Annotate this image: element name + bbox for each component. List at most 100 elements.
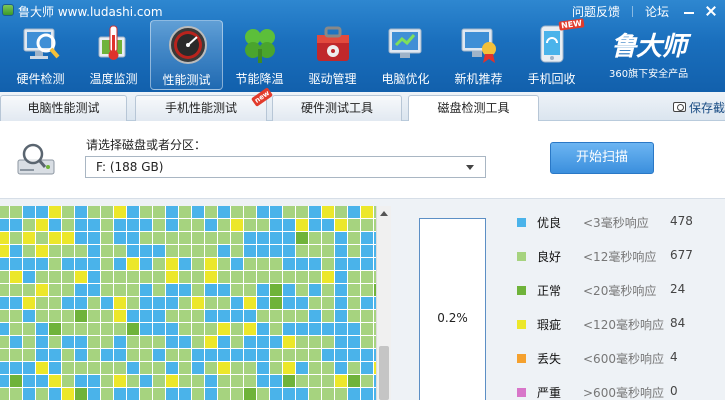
sector-cell xyxy=(218,297,230,309)
sector-cell xyxy=(296,284,308,296)
sector-cell xyxy=(153,245,165,257)
sector-cell xyxy=(166,258,178,270)
scroll-up-icon[interactable] xyxy=(380,211,388,216)
legend-swatch xyxy=(517,252,526,261)
sector-cell xyxy=(0,388,9,400)
sector-cell xyxy=(49,284,61,296)
nav-performance-test[interactable]: 性能测试 xyxy=(150,20,223,90)
legend-swatch xyxy=(517,354,526,363)
nav-label: 驱动管理 xyxy=(308,72,357,86)
minimize-icon[interactable] xyxy=(681,4,697,18)
legend-range: <120毫秒响应 xyxy=(583,318,664,332)
nav-new-pc-recommend[interactable]: 新机推荐 xyxy=(442,20,515,90)
close-icon[interactable] xyxy=(703,4,719,18)
sector-cell xyxy=(49,232,61,244)
sector-cell xyxy=(166,206,178,218)
nav-driver-manage[interactable]: 驱动管理 xyxy=(296,20,369,90)
sector-cell xyxy=(179,258,191,270)
nav-pc-optimize[interactable]: 电脑优化 xyxy=(369,20,442,90)
feedback-link[interactable]: 问题反馈 xyxy=(572,3,620,20)
sector-cell xyxy=(231,297,243,309)
sector-cell xyxy=(10,323,22,335)
sector-cell xyxy=(322,271,334,283)
sector-cell xyxy=(114,297,126,309)
nav-phone-recycle[interactable]: NEW 手机回收 xyxy=(515,18,588,90)
sector-cell xyxy=(270,297,282,309)
sector-cell xyxy=(62,375,74,387)
tab-disk-check[interactable]: 磁盘检测工具 xyxy=(408,95,539,122)
forum-link[interactable]: 论坛 xyxy=(645,3,669,20)
sector-cell xyxy=(114,284,126,296)
sector-cell xyxy=(179,362,191,374)
sector-cell xyxy=(205,232,217,244)
sector-cell xyxy=(62,206,74,218)
tab-pc-performance[interactable]: 电脑性能测试 xyxy=(0,95,127,121)
sector-cell xyxy=(0,258,9,270)
sector-cell xyxy=(23,336,35,348)
sector-cell xyxy=(335,349,347,361)
sector-cell xyxy=(309,232,321,244)
nav-label: 电脑优化 xyxy=(381,72,430,86)
sector-cell xyxy=(309,258,321,270)
start-scan-button[interactable]: 开始扫描 xyxy=(550,142,654,174)
top-links: 问题反馈 论坛 xyxy=(572,3,725,19)
sector-cell xyxy=(361,323,373,335)
sector-cell xyxy=(166,375,178,387)
sector-cell xyxy=(114,232,126,244)
sector-cell xyxy=(127,258,139,270)
sector-cell xyxy=(283,297,295,309)
legend-range: <12毫秒响应 xyxy=(583,250,657,264)
sector-cell xyxy=(114,388,126,400)
sector-cell xyxy=(309,323,321,335)
sector-cell xyxy=(62,284,74,296)
sector-cell xyxy=(49,362,61,374)
sector-cell xyxy=(49,219,61,231)
sector-cell xyxy=(348,219,360,231)
tab-hardware-tools[interactable]: 硬件测试工具 xyxy=(272,95,402,121)
sector-cell xyxy=(62,362,74,374)
sector-cell xyxy=(192,258,204,270)
disk-partition-select[interactable]: F: (188 GB) xyxy=(85,156,486,178)
nav-energy-saving[interactable]: 节能降温 xyxy=(223,20,296,90)
nav-hardware-detect[interactable]: 硬件检测 xyxy=(4,20,77,90)
sector-cell xyxy=(179,284,191,296)
sector-cell xyxy=(10,284,22,296)
grid-scrollbar[interactable] xyxy=(376,206,391,400)
sector-cell xyxy=(36,323,48,335)
scan-progress: 0.2% xyxy=(419,218,486,400)
sector-cell xyxy=(335,232,347,244)
sector-cell xyxy=(36,232,48,244)
save-screenshot-button[interactable]: 保存截 xyxy=(672,100,725,115)
sector-cell xyxy=(296,362,308,374)
sector-cell xyxy=(192,219,204,231)
sector-cell xyxy=(114,258,126,270)
sector-cell xyxy=(75,206,87,218)
nav-temperature[interactable]: 温度监测 xyxy=(77,20,150,90)
sector-cell xyxy=(361,271,373,283)
disk-select-area: 请选择磁盘或者分区： F: (188 GB) 开始扫描 xyxy=(0,121,725,198)
sector-cell xyxy=(23,375,35,387)
sector-cell xyxy=(36,349,48,361)
sector-cell xyxy=(218,271,230,283)
sector-cell xyxy=(101,388,113,400)
sector-cell xyxy=(114,219,126,231)
sector-cell xyxy=(88,388,100,400)
sector-cell xyxy=(348,349,360,361)
sector-cell xyxy=(179,388,191,400)
sector-cell xyxy=(309,206,321,218)
sector-cell xyxy=(140,310,152,322)
sector-cell xyxy=(49,271,61,283)
scroll-thumb[interactable] xyxy=(379,346,389,400)
sector-cell xyxy=(231,206,243,218)
sector-cell xyxy=(49,245,61,257)
sector-cell xyxy=(10,310,22,322)
legend-name: 丢失 xyxy=(537,352,562,366)
sector-cell xyxy=(49,310,61,322)
sector-cell xyxy=(49,206,61,218)
tab-phone-performance[interactable]: 手机性能测试 new xyxy=(135,87,274,121)
sector-cell xyxy=(49,388,61,400)
sector-cell xyxy=(244,310,256,322)
sector-cell xyxy=(218,258,230,270)
sector-cell xyxy=(179,297,191,309)
sector-cell xyxy=(309,245,321,257)
